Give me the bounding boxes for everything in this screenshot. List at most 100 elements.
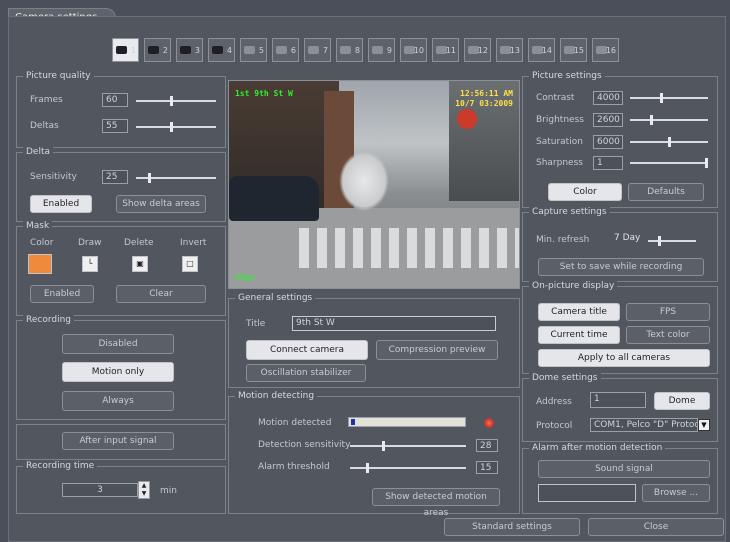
mask-clear-button[interactable]: Clear <box>116 285 206 303</box>
standard-settings-button[interactable]: Standard settings <box>444 518 580 536</box>
min-refresh-value: 7 Day <box>614 233 641 243</box>
color-button[interactable]: Color <box>548 183 622 201</box>
show-detected-motion-areas-button[interactable]: Show detected motion areas <box>372 488 500 518</box>
delta-sensitivity-slider[interactable] <box>136 173 216 183</box>
recording-time-spinner[interactable]: ▲ ▼ <box>138 481 150 499</box>
protocol-select[interactable]: COM1, Pelco "D" Protocol <box>590 418 698 432</box>
sound-signal-button[interactable]: Sound signal <box>538 460 710 478</box>
brightness-field[interactable]: 2600 <box>593 113 623 127</box>
camera-8-button[interactable]: 8 <box>336 38 363 62</box>
osd-time: 12:56:11 AM <box>460 89 513 98</box>
min-refresh-slider[interactable] <box>648 236 696 246</box>
recording-disabled-button[interactable]: Disabled <box>62 334 174 354</box>
camera-number: 4 <box>226 46 232 55</box>
fps-button[interactable]: FPS <box>626 303 710 321</box>
camera-3-button[interactable]: 3 <box>176 38 203 62</box>
dome-button[interactable]: Dome <box>654 392 710 410</box>
browse-button[interactable]: Browse ... <box>642 484 710 502</box>
address-field[interactable]: 1 <box>590 392 646 408</box>
motion-alarm-indicator-icon <box>484 418 494 428</box>
camera-10-button[interactable]: 10 <box>400 38 427 62</box>
frames-field[interactable]: 60 <box>102 93 128 107</box>
defaults-button[interactable]: Defaults <box>628 183 704 201</box>
min-refresh-label: Min. refresh <box>536 235 590 245</box>
camera-15-button[interactable]: 15 <box>560 38 587 62</box>
camera-icon <box>212 46 223 54</box>
deltas-slider[interactable] <box>136 122 216 132</box>
text-color-button[interactable]: Text color <box>626 326 710 344</box>
camera-7-button[interactable]: 7 <box>304 38 331 62</box>
camera-title-button[interactable]: Camera title <box>538 303 620 321</box>
current-time-button[interactable]: Current time <box>538 326 620 344</box>
camera-2-button[interactable]: 2 <box>144 38 171 62</box>
sharpness-field[interactable]: 1 <box>593 156 623 170</box>
detection-sensitivity-thumb[interactable] <box>382 441 385 451</box>
camera-12-button[interactable]: 12 <box>464 38 491 62</box>
alarm-after-motion-title: Alarm after motion detection <box>529 442 666 454</box>
saturation-field[interactable]: 6000 <box>593 135 623 149</box>
after-input-signal-button[interactable]: After input signal <box>62 432 174 450</box>
frames-slider-thumb[interactable] <box>170 96 173 106</box>
camera-9-button[interactable]: 9 <box>368 38 395 62</box>
saturation-thumb[interactable] <box>668 137 671 147</box>
oscillation-stabilizer-button[interactable]: Oscillation stabilizer <box>246 364 366 382</box>
delta-sensitivity-thumb[interactable] <box>148 173 151 183</box>
recording-always-button[interactable]: Always <box>62 391 174 411</box>
deltas-slider-thumb[interactable] <box>170 122 173 132</box>
brightness-thumb[interactable] <box>650 115 653 125</box>
camera-14-button[interactable]: 14 <box>528 38 555 62</box>
camera-6-button[interactable]: 6 <box>272 38 299 62</box>
deltas-field[interactable]: 55 <box>102 119 128 133</box>
connect-camera-button[interactable]: Connect camera <box>246 340 368 360</box>
min-refresh-thumb[interactable] <box>658 236 661 246</box>
draw-icon[interactable]: └ <box>82 256 98 272</box>
contrast-field[interactable]: 4000 <box>593 91 623 105</box>
camera-16-button[interactable]: 16 <box>592 38 619 62</box>
alarm-threshold-field[interactable]: 15 <box>476 461 498 474</box>
contrast-thumb[interactable] <box>660 93 663 103</box>
apply-to-all-cameras-button[interactable]: Apply to all cameras <box>538 349 710 367</box>
camera-number: 14 <box>541 46 552 55</box>
compression-preview-button[interactable]: Compression preview <box>376 340 498 360</box>
mask-invert-label: Invert <box>180 238 207 248</box>
brightness-slider[interactable] <box>630 115 708 125</box>
show-delta-areas-button[interactable]: Show delta areas <box>116 195 206 213</box>
alarm-threshold-slider[interactable] <box>350 463 466 473</box>
frames-slider[interactable] <box>136 96 216 106</box>
close-button[interactable]: Close <box>588 518 724 536</box>
contrast-slider[interactable] <box>630 93 708 103</box>
picture-settings-title: Picture settings <box>529 70 605 82</box>
chevron-down-icon[interactable]: ▼ <box>698 419 710 431</box>
recording-motion-only-button[interactable]: Motion only <box>62 362 174 382</box>
mask-enabled-button[interactable]: Enabled <box>30 285 94 303</box>
detection-sensitivity-slider[interactable] <box>350 441 466 451</box>
set-save-while-recording-button[interactable]: Set to save while recording <box>538 258 704 276</box>
invert-icon[interactable]: □ <box>182 256 198 272</box>
detection-sensitivity-field[interactable]: 28 <box>476 439 498 452</box>
sharpness-slider[interactable] <box>630 158 708 168</box>
sound-file-field[interactable] <box>538 484 636 502</box>
saturation-slider[interactable] <box>630 137 708 147</box>
picture-quality-group: Picture quality <box>16 70 226 148</box>
camera-13-button[interactable]: 13 <box>496 38 523 62</box>
mask-delete-label: Delete <box>124 238 154 248</box>
motion-detected-label: Motion detected <box>258 418 332 428</box>
camera-5-button[interactable]: 5 <box>240 38 267 62</box>
delta-sensitivity-field[interactable]: 25 <box>102 170 128 184</box>
delete-icon[interactable]: ▣ <box>132 256 148 272</box>
frames-label: Frames <box>30 95 63 105</box>
mask-color-swatch[interactable] <box>28 254 52 274</box>
camera-icon <box>340 46 351 54</box>
alarm-after-motion-group: Alarm after motion detection <box>522 442 718 514</box>
camera-4-button[interactable]: 4 <box>208 38 235 62</box>
brightness-label: Brightness <box>536 115 584 125</box>
camera-1-button[interactable]: 1 <box>112 38 139 62</box>
recording-time-field[interactable]: 3 <box>62 483 138 497</box>
sharpness-label: Sharpness <box>536 158 583 168</box>
sharpness-thumb[interactable] <box>705 158 708 168</box>
camera-preview: 1st 9th St W 12:56:11 AM 10/7 03:2009 2f… <box>228 80 520 289</box>
delta-enabled-button[interactable]: Enabled <box>30 195 92 213</box>
camera-11-button[interactable]: 11 <box>432 38 459 62</box>
alarm-threshold-thumb[interactable] <box>366 463 369 473</box>
camera-title-field[interactable]: 9th St W <box>292 316 496 331</box>
